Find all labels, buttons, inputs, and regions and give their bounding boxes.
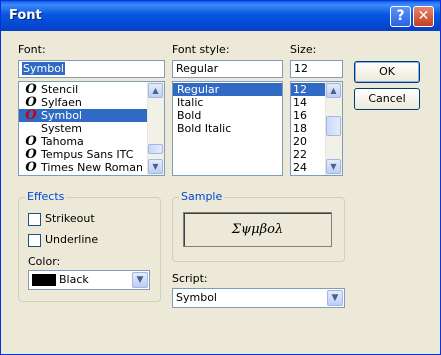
opentype-font-icon: O: [25, 160, 37, 175]
font-list-item[interactable]: O Times New Roman: [19, 161, 164, 174]
scroll-down-arrow-icon[interactable]: ▼: [148, 159, 163, 174]
title-bar[interactable]: Font ? ✕: [1, 1, 440, 31]
script-value: Symbol: [176, 291, 217, 304]
opentype-font-icon: O: [25, 108, 37, 123]
font-list-item[interactable]: O Tempus Sans ITC: [19, 148, 164, 161]
size-label: Size:: [290, 43, 317, 56]
chevron-down-icon[interactable]: ▼: [132, 272, 148, 288]
font-dialog: Font ? ✕ Font: Symbol O Stencil O Sylfaen …: [0, 0, 441, 355]
font-list-scrollbar[interactable]: ▲ ▼: [147, 82, 164, 175]
font-item-label: System: [41, 122, 83, 135]
chevron-down-icon[interactable]: ▼: [327, 290, 343, 306]
font-item-label: Symbol: [41, 109, 82, 122]
color-label: Color:: [28, 255, 61, 268]
underline-checkbox[interactable]: [28, 234, 41, 247]
sample-preview: Σψμβολ: [183, 212, 332, 247]
font-item-label: Tahoma: [41, 135, 84, 148]
font-list[interactable]: O Stencil O Sylfaen O Symbol System O Tahoma…: [18, 81, 165, 176]
color-value: Black: [59, 273, 89, 286]
color-swatch: [32, 274, 56, 286]
font-list-item[interactable]: System: [19, 122, 164, 135]
strikeout-label[interactable]: Strikeout: [45, 212, 95, 225]
size-list-scrollbar[interactable]: ▲ ▼: [325, 82, 342, 175]
scroll-up-arrow-icon[interactable]: ▲: [326, 83, 341, 98]
font-label: Font:: [18, 43, 46, 56]
scroll-thumb[interactable]: [326, 116, 341, 136]
font-item-label: Tempus Sans ITC: [41, 148, 134, 161]
sample-group-label: Sample: [179, 190, 225, 203]
ok-button[interactable]: OK: [354, 61, 420, 83]
font-item-label: Sylfaen: [41, 96, 82, 109]
cancel-button[interactable]: Cancel: [354, 88, 420, 110]
scroll-down-arrow-icon[interactable]: ▼: [326, 159, 341, 174]
strikeout-checkbox[interactable]: [28, 213, 41, 226]
font-item-label: Stencil: [41, 83, 79, 96]
font-style-items: Regular Italic Bold Bold Italic: [173, 82, 282, 135]
dialog-title: Font: [9, 8, 42, 23]
font-item-label: Times New Roman: [41, 161, 143, 174]
font-list-item[interactable]: O Tahoma: [19, 135, 164, 148]
style-list-item-selected[interactable]: Regular: [173, 83, 282, 96]
scroll-thumb[interactable]: [148, 144, 163, 154]
style-list-item[interactable]: Italic: [173, 96, 282, 109]
underline-label[interactable]: Underline: [45, 233, 98, 246]
font-list-item[interactable]: O Stencil: [19, 83, 164, 96]
font-style-label: Font style:: [172, 43, 230, 56]
style-list-item[interactable]: Bold: [173, 109, 282, 122]
font-style-input[interactable]: Regular: [172, 60, 283, 78]
font-name-value: Symbol: [22, 62, 65, 75]
font-list-item-selected[interactable]: O Symbol: [19, 109, 164, 122]
size-input[interactable]: 12: [290, 60, 343, 78]
font-name-input[interactable]: Symbol: [18, 60, 165, 78]
help-button[interactable]: ?: [390, 6, 411, 27]
size-list[interactable]: 12 14 16 18 20 22 24 ▲ ▼: [290, 81, 343, 176]
script-label: Script:: [172, 272, 208, 285]
font-list-items: O Stencil O Sylfaen O Symbol System O Tahoma…: [19, 82, 164, 174]
color-select[interactable]: Black ▼: [28, 270, 150, 290]
style-list-item[interactable]: Bold Italic: [173, 122, 282, 135]
script-select[interactable]: Symbol ▼: [172, 288, 345, 308]
close-button[interactable]: ✕: [413, 6, 434, 27]
font-style-list[interactable]: Regular Italic Bold Bold Italic: [172, 81, 283, 176]
font-list-item[interactable]: O Sylfaen: [19, 96, 164, 109]
scroll-up-arrow-icon[interactable]: ▲: [148, 83, 163, 98]
effects-group-label: Effects: [25, 190, 67, 203]
